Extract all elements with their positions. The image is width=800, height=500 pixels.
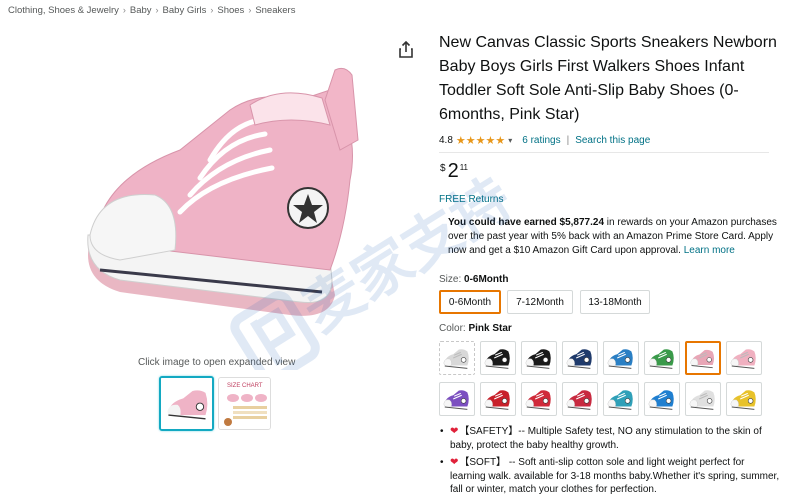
thumbnail-size-chart[interactable]: SIZE CHART <box>218 377 271 430</box>
color-swatch[interactable] <box>603 382 639 416</box>
rating-row: 4.8 ★★★★★ ▾ 6 ratings | Search this page <box>439 134 650 147</box>
rewards-promo: You could have earned $5,877.24 in rewar… <box>448 216 788 258</box>
color-label-text: Color: <box>439 323 466 334</box>
divider <box>439 152 769 153</box>
share-icon[interactable] <box>398 40 414 59</box>
breadcrumb-sneakers[interactable]: Sneakers <box>255 5 295 16</box>
expand-image-hint: Click image to open expanded view <box>138 357 296 368</box>
size-label-text: Size: <box>439 274 462 285</box>
breadcrumb: Clothing, Shoes & Jewelry › Baby › Baby Girl… <box>8 5 295 16</box>
bullet-text: 【SAFETY】-- Multiple Safety test, NO any … <box>450 426 762 451</box>
chevron-down-icon[interactable]: ▾ <box>508 136 512 145</box>
color-swatch[interactable] <box>521 382 557 416</box>
color-swatch[interactable] <box>603 341 639 375</box>
price-symbol: $ <box>440 163 446 174</box>
size-option-0-6month[interactable]: 0-6Month <box>439 290 501 314</box>
thumbnail-product[interactable] <box>159 376 214 431</box>
free-returns-link[interactable]: FREE Returns <box>439 194 503 205</box>
separator-pipe: | <box>566 135 570 146</box>
product-title: New Canvas Classic Sports Sneakers Newbo… <box>439 34 777 123</box>
rewards-amount: $5,877.24 <box>559 217 605 228</box>
price: $ 2 11 <box>440 160 468 182</box>
feature-bullets: • ❤【SAFETY】-- Multiple Safety test, NO a… <box>440 425 780 500</box>
breadcrumb-baby-girls[interactable]: Baby Girls <box>163 5 207 16</box>
color-swatch[interactable] <box>521 341 557 375</box>
bullet-dot: • <box>440 457 444 468</box>
color-swatch[interactable] <box>685 341 721 375</box>
color-label: Color: Pink Star <box>439 323 512 334</box>
bullet-text: 【SOFT】 -- Soft anti-slip cotton sole and… <box>450 457 780 495</box>
price-whole: 2 <box>447 160 459 182</box>
size-label: Size: 0-6Month <box>439 274 508 285</box>
bullet-dot: • <box>440 426 444 437</box>
main-product-image[interactable] <box>60 30 380 340</box>
color-swatch[interactable] <box>726 341 762 375</box>
size-chart-thumb-title: SIZE CHART <box>227 383 263 389</box>
color-selected-value: Pink Star <box>468 323 512 334</box>
star-rating-icon[interactable]: ★★★★★ <box>456 134 505 147</box>
learn-more-link[interactable]: Learn more <box>684 245 735 256</box>
breadcrumb-separator: › <box>248 5 252 15</box>
breadcrumb-shoes[interactable]: Shoes <box>217 5 244 16</box>
size-selected-value: 0-6Month <box>464 274 509 285</box>
breadcrumb-separator: › <box>210 5 214 15</box>
heart-icon: ❤ <box>450 426 459 437</box>
search-this-page-link[interactable]: Search this page <box>575 135 650 146</box>
rewards-lead: You could have earned <box>448 217 557 228</box>
color-swatch[interactable] <box>480 382 516 416</box>
color-swatch[interactable] <box>685 382 721 416</box>
price-fraction: 11 <box>459 163 468 172</box>
breadcrumb-separator: › <box>122 5 126 15</box>
rating-value: 4.8 <box>439 135 453 146</box>
breadcrumb-baby[interactable]: Baby <box>130 5 152 16</box>
heart-icon: ❤ <box>450 457 459 468</box>
breadcrumb-separator: › <box>155 5 159 15</box>
color-swatch[interactable] <box>644 341 680 375</box>
color-swatch[interactable] <box>562 341 598 375</box>
color-swatch[interactable] <box>439 341 475 375</box>
color-swatch[interactable] <box>439 382 475 416</box>
color-swatch[interactable] <box>644 382 680 416</box>
size-option-13-18month[interactable]: 13-18Month <box>580 290 650 314</box>
feature-bullet-soft: • ❤【SOFT】 -- Soft anti-slip cotton sole … <box>440 456 780 497</box>
ratings-count-link[interactable]: 6 ratings <box>522 135 560 146</box>
color-swatch[interactable] <box>726 382 762 416</box>
feature-bullet-safety: • ❤【SAFETY】-- Multiple Safety test, NO a… <box>440 425 780 452</box>
breadcrumb-clothing[interactable]: Clothing, Shoes & Jewelry <box>8 5 119 16</box>
color-swatch[interactable] <box>562 382 598 416</box>
color-swatch[interactable] <box>480 341 516 375</box>
size-option-7-12month[interactable]: 7-12Month <box>507 290 573 314</box>
